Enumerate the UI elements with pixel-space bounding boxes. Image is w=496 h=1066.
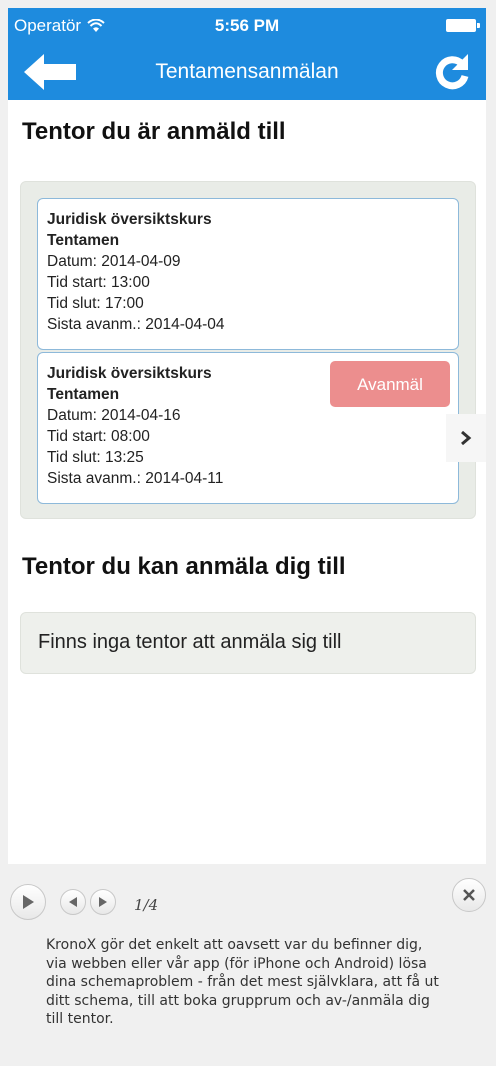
previous-button[interactable] [60,889,86,915]
exam-date: Datum: 2014-04-16 [47,407,181,424]
exam-deadline: Sista avanm.: 2014-04-04 [47,316,225,333]
next-icon [99,897,107,907]
refresh-button[interactable] [432,52,472,92]
slide-counter: 1/4 [134,896,159,914]
close-icon [463,889,475,901]
exam-card[interactable]: Juridisk översiktskurs Tentamen Datum: 2… [37,198,459,350]
slide-caption: KronoX gör det enkelt att oavsett var du… [46,937,439,1027]
available-section-title: Tentor du kan anmäla dig till [22,553,346,580]
close-button[interactable] [452,878,486,912]
chevron-right-icon [461,431,472,445]
exam-kind: Tentamen [47,232,120,249]
status-time: 5:56 PM [214,16,280,35]
status-bar: Operatör 5:56 PM [8,8,486,44]
unregister-button[interactable]: Avanmäl [330,361,450,407]
next-button[interactable] [90,889,116,915]
registered-exams-list: Juridisk översiktskurs Tentamen Datum: 2… [20,181,476,519]
exam-end: Tid slut: 13:25 [47,449,144,466]
registered-section-title: Tentor du är anmäld till [22,118,286,145]
exam-start: Tid start: 08:00 [47,428,150,445]
exam-date: Datum: 2014-04-09 [47,253,181,270]
next-slide-button[interactable] [446,414,486,462]
exam-card[interactable]: Juridisk översiktskurs Tentamen Datum: 2… [37,352,459,504]
previous-icon [69,897,77,907]
empty-message: Finns inga tentor att anmäla sig till [38,631,342,653]
exam-course: Juridisk översiktskurs [47,211,212,228]
exam-end: Tid slut: 17:00 [47,295,144,312]
available-exams-empty: Finns inga tentor att anmäla sig till [20,612,476,674]
phone-screen: Operatör 5:56 PM Tentamensanmälan Tentor… [8,8,486,864]
exam-start: Tid start: 13:00 [47,274,150,291]
play-icon [23,895,34,909]
slideshow-player: 1/4 KronoX gör det enkelt att oavsett va… [0,864,496,1066]
refresh-icon [435,54,469,90]
battery-icon [446,19,480,32]
exam-deadline: Sista avanm.: 2014-04-11 [47,470,224,487]
play-button[interactable] [10,884,46,920]
nav-title: Tentamensanmälan [155,60,339,83]
navigation-bar: Tentamensanmälan [8,44,486,100]
